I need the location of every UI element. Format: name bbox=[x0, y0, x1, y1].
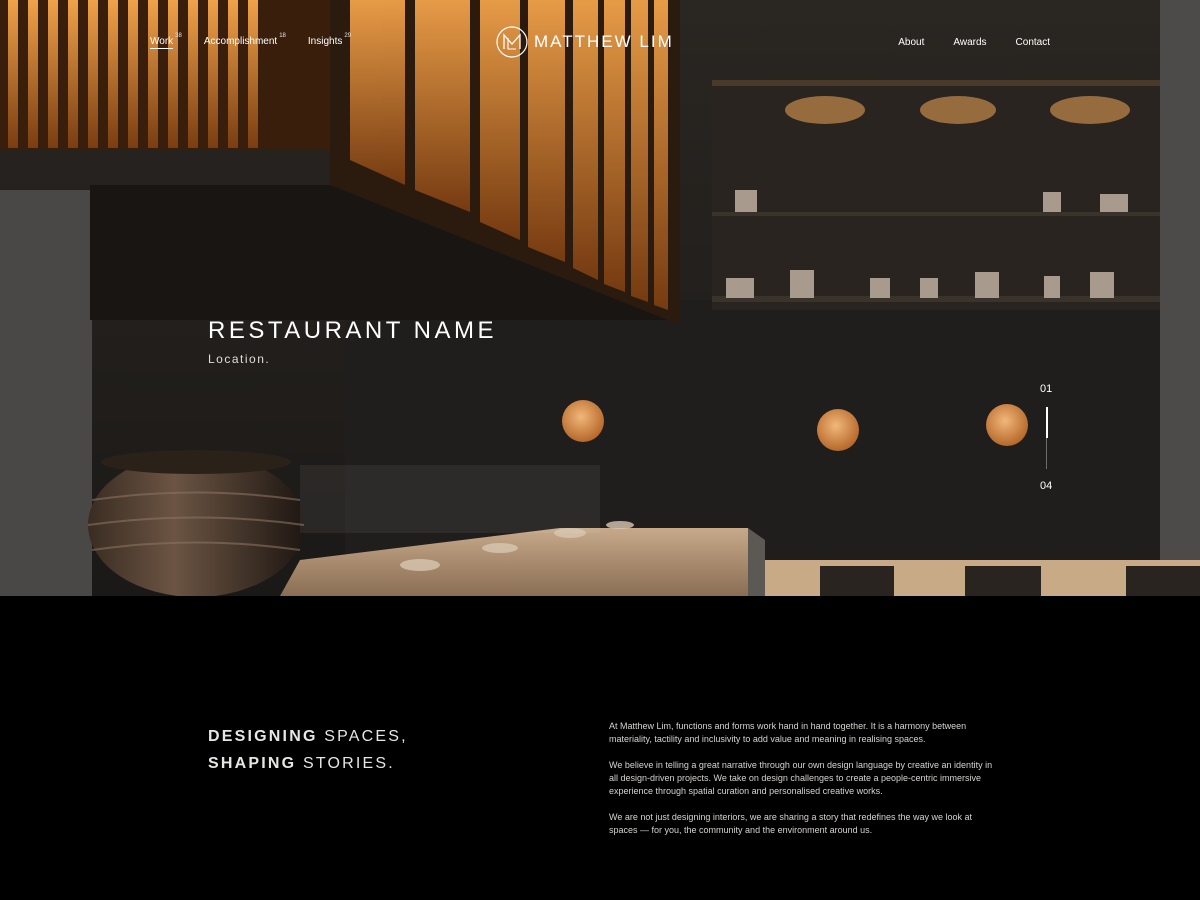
nav-item-contact[interactable]: Contact bbox=[1016, 37, 1050, 48]
nav-item-label: Work bbox=[150, 36, 174, 49]
intro-paragraph: At Matthew Lim, functions and forms work… bbox=[609, 721, 967, 744]
nav-left-group: Work 38 Accomplishment 18 Insights 29 bbox=[150, 33, 373, 49]
tagline-rest-1: SPACES, bbox=[317, 728, 408, 745]
intro-section: DESIGNING SPACES, SHAPING STORIES. At Ma… bbox=[0, 596, 1200, 900]
nav-item-work[interactable]: Work 38 bbox=[150, 33, 182, 49]
intro-description: At Matthew Lim, functions and forms work… bbox=[609, 720, 994, 850]
slide-current-number: 01 bbox=[1040, 383, 1053, 395]
nav-item-accomplishment[interactable]: Accomplishment 18 bbox=[203, 33, 286, 49]
nav-item-label: Insights bbox=[307, 36, 343, 47]
project-location: Location. bbox=[208, 352, 271, 366]
nav-item-label: About bbox=[898, 37, 925, 48]
nav-item-count: 38 bbox=[175, 33, 182, 39]
tagline-bold-1: DESIGNING bbox=[208, 728, 318, 745]
tagline-rest-2: STORIES. bbox=[296, 755, 395, 772]
nav-item-count: 29 bbox=[344, 33, 352, 39]
tagline-bold-2: SHAPING bbox=[208, 755, 297, 772]
nav-right-group: About Awards Contact bbox=[898, 37, 1050, 48]
intro-paragraph: We are not just designing interiors, we … bbox=[609, 812, 973, 835]
hero-section: Work 38 Accomplishment 18 Insights 29 MA… bbox=[0, 0, 1200, 596]
tagline: DESIGNING SPACES, SHAPING STORIES. bbox=[208, 723, 408, 777]
nav-item-label: Awards bbox=[953, 37, 987, 48]
project-title[interactable]: RESTAURANT NAME bbox=[208, 317, 497, 345]
slide-total-number: 04 bbox=[1040, 480, 1053, 492]
tagline-line-1: DESIGNING SPACES, bbox=[208, 723, 408, 750]
top-navigation: Work 38 Accomplishment 18 Insights 29 MA… bbox=[0, 0, 1200, 86]
nav-item-count: 18 bbox=[279, 33, 286, 39]
nav-item-awards[interactable]: Awards bbox=[953, 37, 986, 48]
nav-item-label: Accomplishment bbox=[203, 36, 278, 47]
brand-logo-link[interactable]: MATTHEW LIM bbox=[496, 26, 674, 58]
hero-image bbox=[0, 0, 1200, 596]
intro-paragraph: We believe in telling a great narrative … bbox=[609, 760, 993, 796]
tagline-line-2: SHAPING STORIES. bbox=[208, 750, 408, 777]
slide-progress-fill bbox=[1046, 407, 1048, 438]
nav-item-label: Contact bbox=[1015, 37, 1050, 48]
brand-name: MATTHEW LIM bbox=[534, 32, 674, 51]
nav-item-insights[interactable]: Insights 29 bbox=[307, 33, 352, 49]
monogram-logo-icon bbox=[496, 26, 528, 58]
slide-indicator[interactable]: 01 04 bbox=[1040, 383, 1054, 492]
nav-item-about[interactable]: About bbox=[898, 37, 924, 48]
